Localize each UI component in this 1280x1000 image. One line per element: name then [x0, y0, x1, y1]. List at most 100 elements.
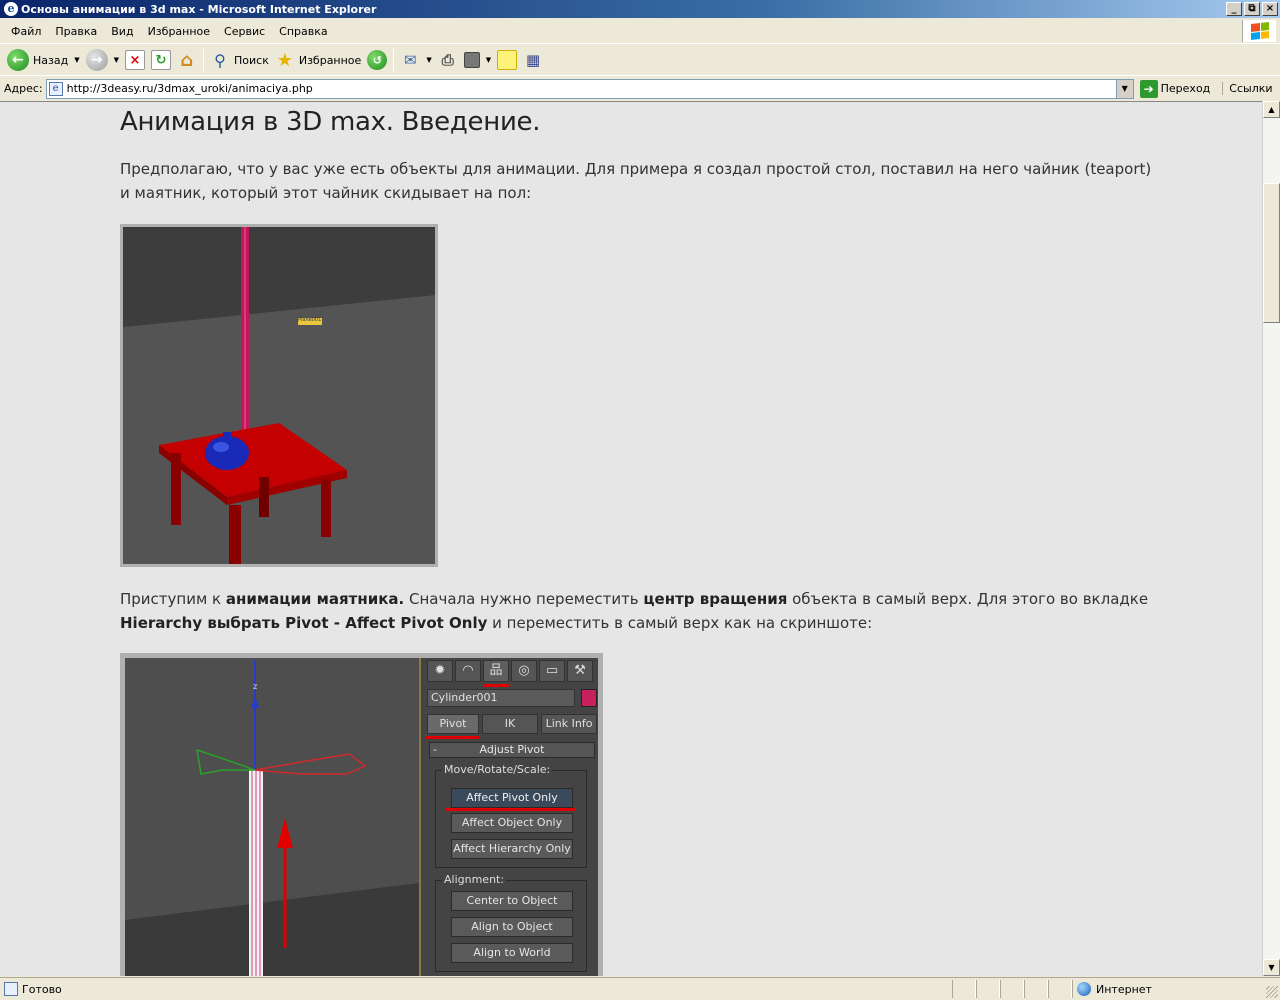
- toolbar-separator: [203, 49, 204, 71]
- pivot-tab[interactable]: Pivot: [427, 714, 479, 734]
- ie-icon: e: [4, 2, 18, 16]
- restore-button[interactable]: ⧉: [1244, 2, 1260, 16]
- search-icon: ⚲: [214, 50, 226, 70]
- refresh-icon: ↻: [151, 50, 171, 70]
- rollout-title: Adjust Pivot: [479, 743, 545, 756]
- globe-icon: [1077, 982, 1091, 996]
- edit-icon: [463, 52, 480, 68]
- object-color-swatch[interactable]: [581, 689, 597, 707]
- rollout-collapse-icon: -: [433, 743, 437, 756]
- back-arrow-icon: ←: [7, 49, 29, 71]
- step-bold-1: анимации маятника.: [225, 590, 405, 608]
- close-button[interactable]: ×: [1262, 2, 1278, 16]
- page-viewport: Анимация в 3D max. Введение. Предполагаю…: [0, 101, 1262, 976]
- highlight-underline: [483, 684, 509, 687]
- vertical-scrollbar[interactable]: ▲ ▼: [1262, 101, 1280, 976]
- highlight-underline: [425, 736, 479, 739]
- mail-button[interactable]: ✉ ▼: [397, 47, 434, 73]
- favorites-label: Избранное: [298, 53, 362, 67]
- window-controls: _ ⧉ ×: [1226, 2, 1278, 16]
- step-text-3: объекта в самый верх. Для этого во вклад…: [787, 590, 1149, 608]
- address-label: Адрес:: [4, 82, 43, 95]
- display-tab-icon[interactable]: ▭: [539, 660, 565, 682]
- window-title: Основы анимации в 3d max - Microsoft Int…: [21, 2, 377, 16]
- align-to-object-button[interactable]: Align to Object: [451, 917, 573, 937]
- step-text-4: и переместить в самый верх как на скринш…: [487, 614, 873, 632]
- intro-paragraph: Предполагаю, что у вас уже есть объекты …: [120, 160, 1152, 202]
- go-button[interactable]: ➔ Переход: [1139, 79, 1211, 98]
- menu-file[interactable]: Файл: [4, 23, 48, 40]
- modify-tab-icon[interactable]: ◠: [455, 660, 481, 682]
- menu-help[interactable]: Справка: [272, 23, 334, 40]
- affect-hierarchy-only-button[interactable]: Affect Hierarchy Only: [451, 839, 573, 859]
- refresh-button[interactable]: ↻: [148, 47, 174, 73]
- discuss-button[interactable]: [494, 47, 520, 73]
- affect-pivot-only-button[interactable]: Affect Pivot Only: [451, 788, 573, 808]
- address-bar: Адрес: e http://3deasy.ru/3dmax_uroki/an…: [0, 77, 1280, 100]
- address-input[interactable]: e http://3deasy.ru/3dmax_uroki/animaciya…: [45, 78, 1134, 99]
- minimize-button[interactable]: _: [1226, 2, 1242, 16]
- history-button[interactable]: ↺: [364, 47, 390, 73]
- group-label: Move/Rotate/Scale:: [442, 763, 553, 776]
- back-button[interactable]: ← Назад ▼: [4, 47, 83, 73]
- menu-tools[interactable]: Сервис: [217, 23, 272, 40]
- affect-object-only-button[interactable]: Affect Object Only: [451, 813, 573, 833]
- scene-screenshot-1: Plane001: [120, 224, 438, 567]
- page-status-icon: [4, 982, 18, 996]
- research-icon: ▦: [526, 51, 541, 69]
- go-arrow-icon: ➔: [1139, 79, 1158, 98]
- star-icon: ★: [276, 49, 293, 71]
- edit-button[interactable]: ▼: [461, 47, 494, 73]
- forward-button[interactable]: → ▼: [83, 47, 122, 73]
- mail-dropdown-icon[interactable]: ▼: [426, 56, 431, 64]
- hierarchy-tab-icon[interactable]: 品: [483, 660, 509, 682]
- hierarchy-subtabs: Pivot IK Link Info: [427, 714, 597, 734]
- menu-favorites[interactable]: Избранное: [141, 23, 217, 40]
- back-dropdown-icon[interactable]: ▼: [74, 56, 79, 64]
- create-tab-icon[interactable]: ✹: [427, 660, 453, 682]
- zone-label: Интернет: [1096, 982, 1152, 996]
- forward-dropdown-icon[interactable]: ▼: [114, 56, 119, 64]
- link-info-tab[interactable]: Link Info: [541, 714, 597, 734]
- edit-dropdown-icon[interactable]: ▼: [486, 56, 491, 64]
- highlight-underline: [445, 808, 575, 811]
- research-button[interactable]: ▦: [520, 47, 546, 73]
- group-label: Alignment:: [442, 873, 507, 886]
- menu-view[interactable]: Вид: [104, 23, 140, 40]
- status-text: Готово: [22, 982, 62, 996]
- step-text-2: Сначала нужно переместить: [404, 590, 644, 608]
- favorites-button[interactable]: ★ Избранное: [272, 47, 364, 73]
- title-bar: e Основы анимации в 3d max - Microsoft I…: [0, 0, 1280, 18]
- home-button[interactable]: ⌂: [174, 47, 200, 73]
- scroll-down-icon[interactable]: ▼: [1263, 959, 1280, 976]
- adjust-pivot-rollout[interactable]: - Adjust Pivot: [429, 742, 595, 758]
- scene-screenshot-2: z ✹ ◠ 品 ◎ ▭ ⚒ Cylinder001 Pivot IK Link …: [120, 653, 603, 976]
- ik-tab[interactable]: IK: [482, 714, 538, 734]
- address-dropdown-icon[interactable]: ▼: [1115, 79, 1133, 98]
- align-to-world-button[interactable]: Align to World: [451, 943, 573, 963]
- print-button[interactable]: ⎙: [435, 47, 461, 73]
- go-label: Переход: [1160, 82, 1211, 95]
- toolbar-separator: [393, 49, 395, 71]
- back-label: Назад: [33, 53, 69, 67]
- search-button[interactable]: ⚲ Поиск: [207, 47, 272, 73]
- motion-tab-icon[interactable]: ◎: [511, 660, 537, 682]
- scrollbar-thumb[interactable]: [1263, 183, 1280, 323]
- stop-button[interactable]: ×: [122, 47, 148, 73]
- status-panel: [952, 980, 976, 998]
- hierarchy-panel: ✹ ◠ 品 ◎ ▭ ⚒ Cylinder001 Pivot IK Link In…: [419, 658, 598, 976]
- center-to-object-button[interactable]: Center to Object: [451, 891, 573, 911]
- scroll-up-icon[interactable]: ▲: [1263, 101, 1280, 118]
- z-axis-label: z: [253, 682, 258, 691]
- resize-grip-icon[interactable]: [1266, 986, 1278, 998]
- step-bold-3: Hierarchy выбрать Pivot - Affect Pivot O…: [120, 614, 488, 632]
- page-icon: e: [48, 81, 63, 96]
- address-url[interactable]: http://3deasy.ru/3dmax_uroki/animaciya.p…: [67, 82, 313, 95]
- links-button[interactable]: Ссылки: [1222, 82, 1273, 95]
- object-name-field[interactable]: Cylinder001: [427, 689, 575, 707]
- windows-logo-icon: [1242, 20, 1276, 42]
- utilities-tab-icon[interactable]: ⚒: [567, 660, 593, 682]
- plane-label: Plane001: [298, 317, 322, 323]
- status-panel: [1024, 980, 1048, 998]
- menu-edit[interactable]: Правка: [48, 23, 104, 40]
